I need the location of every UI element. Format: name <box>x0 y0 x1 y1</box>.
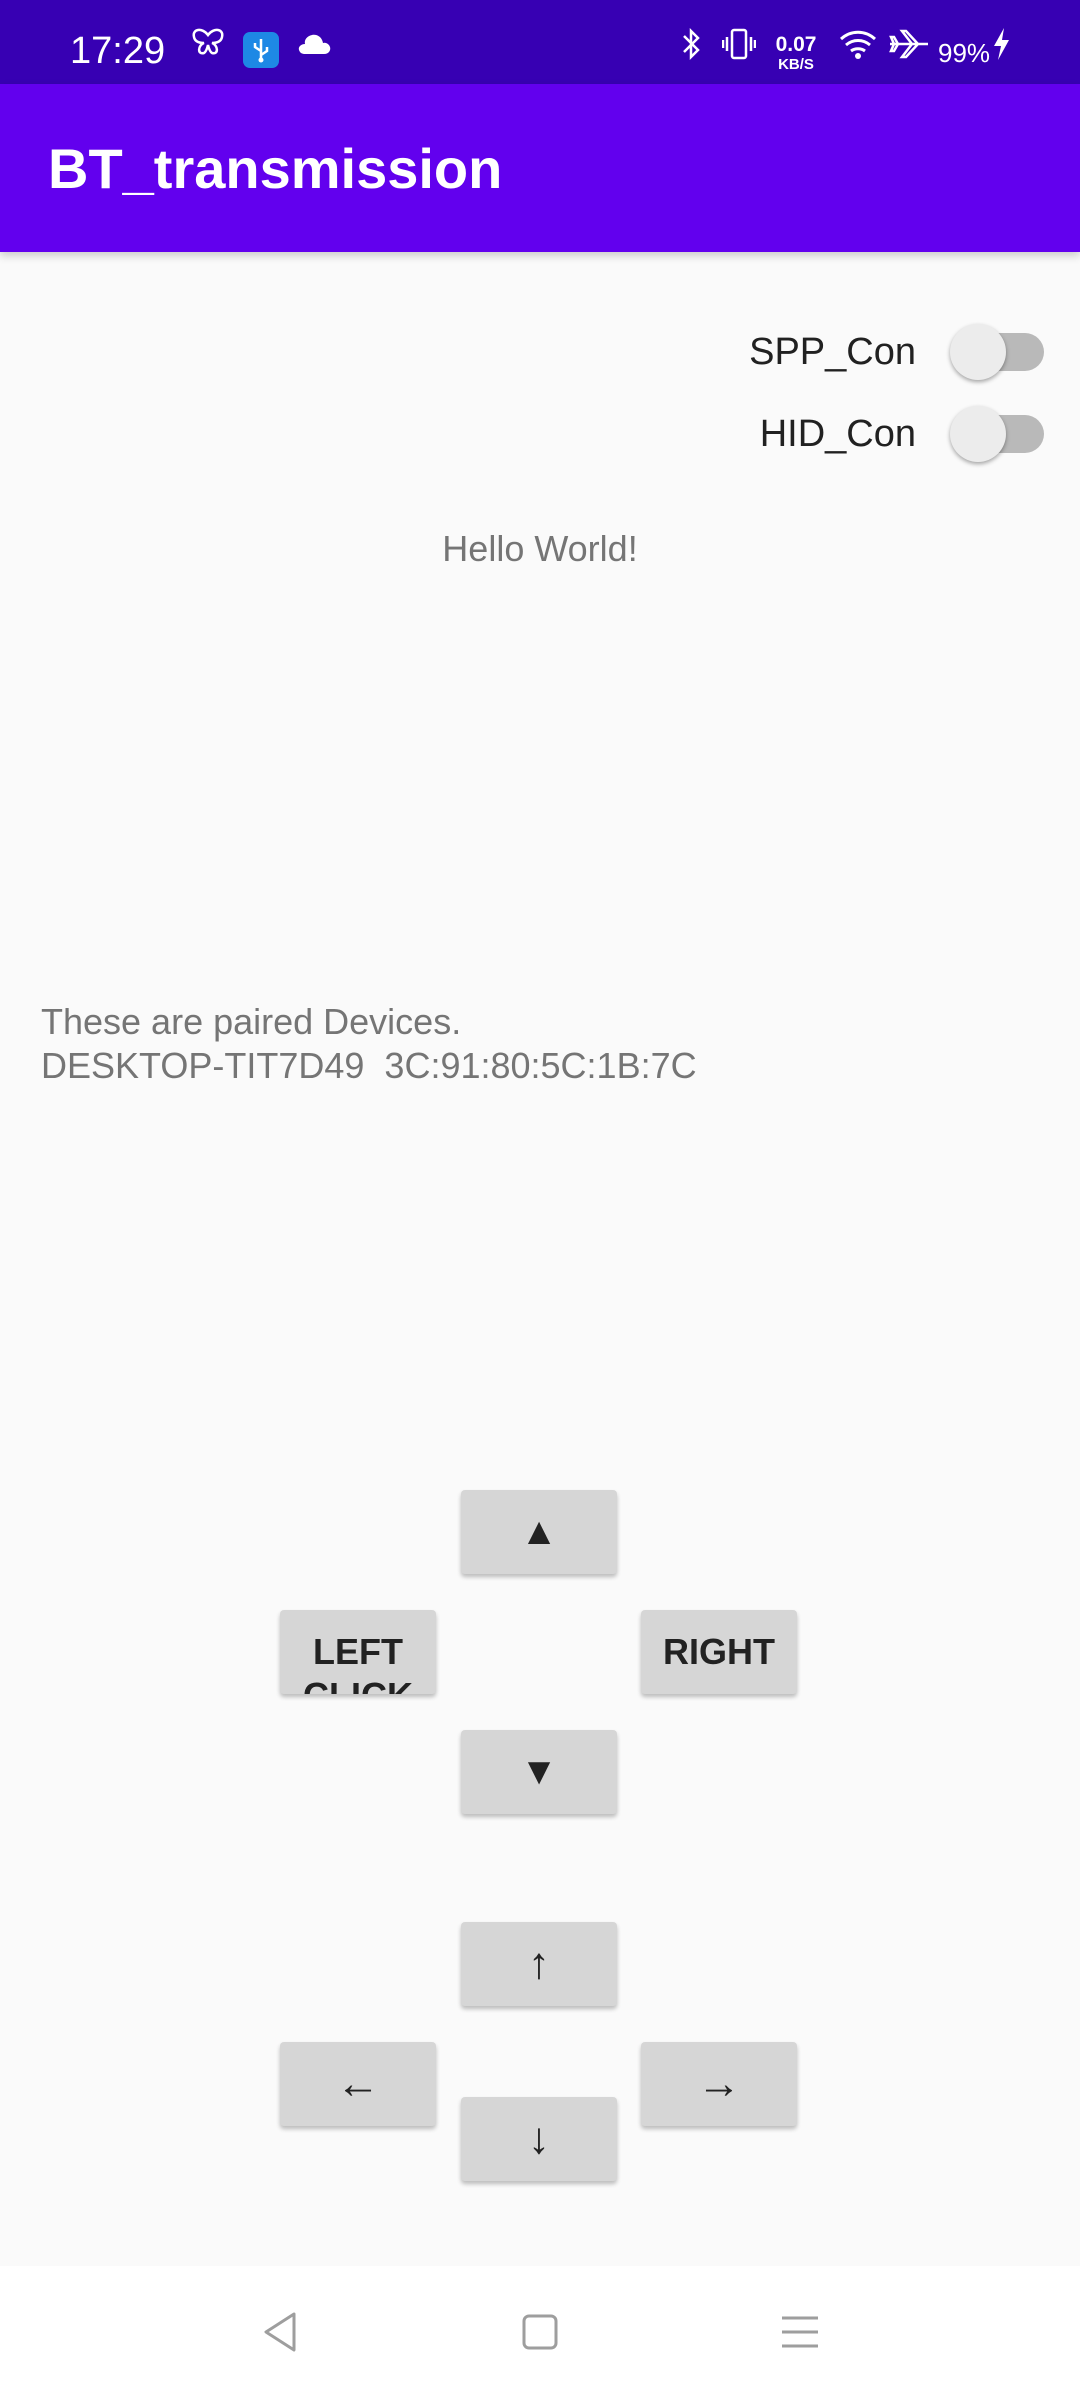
charging-icon <box>990 24 1012 64</box>
arrow-left-icon: ← <box>336 2059 380 2108</box>
status-time: 17:29 <box>70 30 166 72</box>
arrow-up-button[interactable]: ↑ <box>461 1922 617 2006</box>
paired-header: These are paired Devices. <box>41 1001 462 1042</box>
paired-device: DESKTOP-TIT7D49 3C:91:80:5C:1B:7C <box>41 1045 697 1086</box>
scroll-up-button[interactable]: ▲ <box>461 1490 617 1574</box>
battery-percent: 99% <box>938 38 991 68</box>
arrow-down-icon: ↓ <box>528 2114 550 2163</box>
left-click-button[interactable]: LEFT CLICK <box>280 1610 436 1694</box>
app-bar: BT_transmission <box>0 84 1080 252</box>
paired-devices: These are paired Devices. DESKTOP-TIT7D4… <box>41 1000 697 1088</box>
cloud-icon <box>296 24 332 64</box>
scroll-down-button[interactable]: ▼ <box>461 1730 617 1814</box>
status-bar: 17:29 0.07 KB/S 99% <box>0 0 1080 84</box>
spp-con-switch-row[interactable]: SPP_Con <box>749 322 1044 382</box>
up-triangle-icon: ▲ <box>520 1510 558 1553</box>
vibrate-icon <box>722 24 756 64</box>
usb-icon <box>243 32 279 68</box>
hid-con-switch[interactable] <box>950 406 1044 462</box>
arrow-right-icon: → <box>697 2059 741 2108</box>
net-speed-unit: KB/S <box>778 56 814 73</box>
butterfly-icon <box>190 24 226 64</box>
arrow-left-button[interactable]: ← <box>280 2042 436 2126</box>
navigation-bar <box>0 2266 1080 2400</box>
recents-icon[interactable] <box>778 2306 822 2363</box>
home-icon[interactable] <box>518 2306 562 2363</box>
down-triangle-icon: ▼ <box>520 1750 558 1793</box>
arrow-right-button[interactable]: → <box>641 2042 797 2126</box>
hid-con-switch-row[interactable]: HID_Con <box>760 404 1044 464</box>
left-click-label: LEFT CLICK <box>303 1631 413 1694</box>
arrow-down-button[interactable]: ↓ <box>461 2097 617 2181</box>
spp-con-label: SPP_Con <box>749 330 916 373</box>
right-click-label: RIGHT <box>663 1631 775 1672</box>
switch-thumb[interactable] <box>950 406 1006 462</box>
right-click-button[interactable]: RIGHT <box>641 1610 797 1694</box>
net-speed-value: 0.07 <box>775 33 817 56</box>
bluetooth-icon <box>680 24 704 64</box>
net-speed: 0.07 KB/S <box>768 34 824 72</box>
spp-con-switch[interactable] <box>950 324 1044 380</box>
wifi-icon <box>838 24 878 64</box>
app-title: BT_transmission <box>48 137 503 200</box>
airplane-icon <box>888 24 930 64</box>
switch-thumb[interactable] <box>950 324 1006 380</box>
back-icon[interactable] <box>258 2306 302 2363</box>
arrow-up-icon: ↑ <box>528 1939 550 1988</box>
hello-text: Hello World! <box>442 528 638 569</box>
hid-con-label: HID_Con <box>759 412 916 455</box>
